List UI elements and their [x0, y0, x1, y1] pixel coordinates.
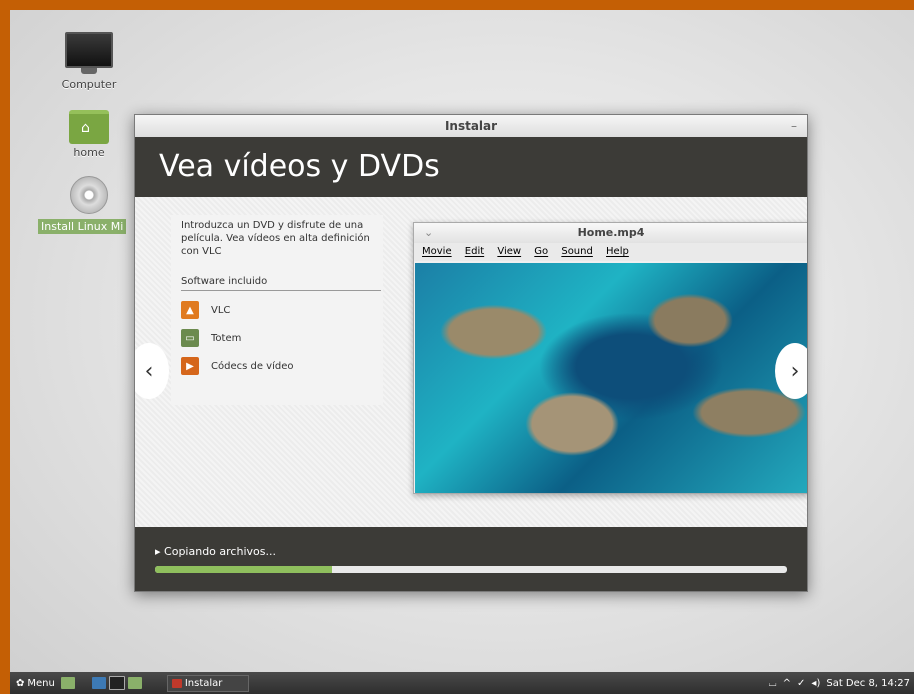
desktop-icon-label: Install Linux Mi	[38, 219, 127, 234]
taskbar: ✿ Menu Instalar ⌴ ^ ✓ ◂) Sat Dec 8, 14:2…	[10, 672, 914, 694]
chevron-up-icon[interactable]: ^	[783, 678, 791, 689]
chevron-left-icon: ‹	[144, 358, 154, 384]
launcher-browser[interactable]	[91, 677, 109, 689]
launcher-files[interactable]	[127, 677, 145, 689]
video-player-window: ⌄ Home.mp4 Movie Edit View Go Sound Help	[413, 222, 807, 494]
system-tray: ⌴ ^ ✓ ◂) Sat Dec 8, 14:27	[769, 678, 910, 689]
menu-view[interactable]: View	[497, 246, 521, 257]
desktop-icon-home[interactable]: ⌂ home	[44, 110, 134, 159]
status-text: Copiando archivos...	[164, 545, 276, 558]
software-name: VLC	[211, 304, 231, 316]
desktop-icon-label: home	[73, 146, 105, 159]
player-titlebar: ⌄ Home.mp4	[414, 223, 807, 243]
menu-sound[interactable]: Sound	[561, 246, 593, 257]
taskbar-window-label: Instalar	[184, 677, 223, 689]
window-titlebar[interactable]: Instalar –	[135, 115, 807, 137]
progress-fill	[155, 566, 332, 573]
slide-content: Introduzca un DVD y disfrute de una pelí…	[135, 197, 807, 527]
taskbar-window-instalar[interactable]: Instalar	[166, 674, 250, 692]
clock[interactable]: Sat Dec 8, 14:27	[826, 678, 910, 689]
desktop-icon-label: Computer	[61, 78, 117, 91]
desktop: Computer ⌂ home Install Linux Mi Instala…	[10, 10, 914, 694]
install-progress-bar	[155, 566, 787, 573]
menu-movie[interactable]: Movie	[422, 246, 452, 257]
software-name: Códecs de vídeo	[211, 360, 294, 372]
launcher-terminal[interactable]	[108, 676, 128, 690]
browser-icon	[91, 677, 106, 689]
chevron-right-icon: ›	[790, 358, 800, 384]
codecs-icon: ▶	[181, 357, 199, 375]
video-frame	[415, 263, 807, 493]
menu-go[interactable]: Go	[534, 246, 548, 257]
window-title: Instalar	[444, 119, 498, 133]
menu-label: Menu	[27, 677, 55, 689]
show-desktop-button[interactable]	[60, 677, 78, 689]
terminal-icon	[108, 676, 125, 690]
menu-help[interactable]: Help	[606, 246, 629, 257]
vlc-icon: ▲	[181, 301, 199, 319]
desktop-icon-install[interactable]: Install Linux Mi	[38, 176, 134, 234]
computer-icon	[65, 32, 113, 74]
slide-description: Introduzca un DVD y disfrute de una pelí…	[181, 220, 370, 257]
software-item: ▶ Códecs de vídeo	[181, 357, 383, 375]
software-name: Totem	[211, 332, 242, 344]
show-desktop-icon	[60, 677, 75, 689]
files-icon	[127, 677, 142, 689]
software-item: ▲ VLC	[181, 301, 383, 319]
mint-menu-icon: ✿	[16, 677, 25, 689]
window-menu-icon: ⌄	[424, 226, 434, 239]
totem-icon: ▭	[181, 329, 199, 347]
menu-edit[interactable]: Edit	[465, 246, 484, 257]
desktop-icon-computer[interactable]: Computer	[44, 32, 134, 91]
software-heading: Software incluido	[181, 276, 381, 291]
keyboard-icon[interactable]: ⌴	[769, 678, 777, 689]
install-status: ▸ Copiando archivos...	[155, 545, 276, 558]
slide-banner: Vea vídeos y DVDs	[135, 137, 807, 197]
install-footer: ▸ Copiando archivos...	[135, 527, 807, 591]
volume-icon[interactable]: ◂)	[811, 678, 820, 689]
installer-window: Instalar – Vea vídeos y DVDs Introduzca …	[134, 114, 808, 592]
menu-button[interactable]: ✿ Menu	[16, 678, 55, 689]
slide-info-panel: Introduzca un DVD y disfrute de una pelí…	[171, 215, 383, 405]
disc-icon	[70, 176, 108, 214]
software-item: ▭ Totem	[181, 329, 383, 347]
installer-app-icon	[171, 678, 182, 688]
player-title: Home.mp4	[577, 226, 645, 239]
home-folder-icon: ⌂	[69, 110, 109, 144]
player-menubar: Movie Edit View Go Sound Help	[414, 243, 807, 261]
next-slide-button[interactable]: ›	[775, 343, 807, 399]
network-icon[interactable]: ✓	[797, 678, 805, 689]
minimize-button[interactable]: –	[791, 115, 797, 137]
previous-slide-button[interactable]: ‹	[135, 343, 169, 399]
